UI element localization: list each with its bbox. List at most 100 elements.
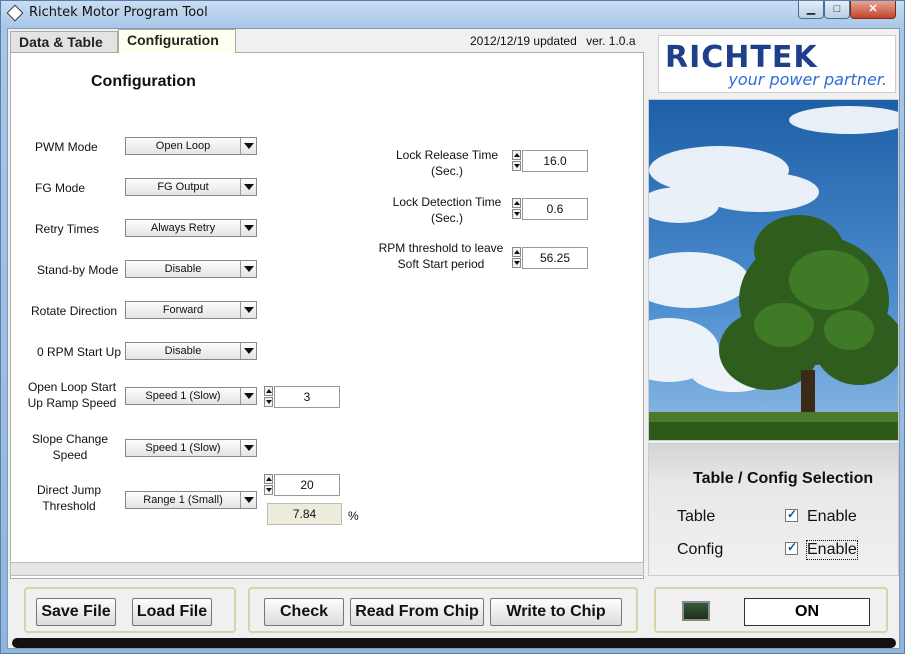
logo-area: RICHTEK your power partner. [648,29,899,99]
rpm-threshold-spinner[interactable] [512,247,521,269]
power-group: ON [654,587,888,633]
chevron-down-icon [240,440,256,456]
spinner-down-icon[interactable] [264,397,273,407]
lock-release-spinner[interactable] [512,150,521,172]
rotate-direction-select[interactable]: Forward [125,301,257,319]
chevron-down-icon [240,492,256,508]
tree-photo [648,99,899,441]
spinner-up-icon[interactable] [264,474,273,484]
chevron-down-icon [240,343,256,359]
rotate-direction-label: Rotate Direction [31,304,118,318]
config-enable-label[interactable]: Enable [806,540,858,560]
on-button[interactable]: ON [744,598,870,626]
logo-tagline: your power partner. [728,70,887,89]
open-loop-ramp-number[interactable]: 3 [274,386,340,408]
version-info: 2012/12/19 updated ver. 1.0.a [470,34,642,48]
window-title: Richtek Motor Program Tool [29,5,208,20]
spinner-up-icon[interactable] [512,247,521,257]
app-diamond-icon [6,4,24,22]
pwm-mode-select[interactable]: Open Loop [125,137,257,155]
open-loop-ramp-label-line2: Up Ramp Speed [27,396,117,410]
chevron-down-icon [240,179,256,195]
slope-change-label-line1: Slope Change [31,432,109,446]
table-enable-label[interactable]: Enable [807,508,857,526]
rpm-threshold-input[interactable]: 56.25 [522,247,588,269]
close-button[interactable]: ✕ [850,1,896,19]
spinner-up-icon[interactable] [512,198,521,208]
zero-rpm-select[interactable]: Disable [125,342,257,360]
title-bar[interactable]: Richtek Motor Program Tool ▁ □ ✕ [1,1,904,27]
pwm-mode-label: PWM Mode [35,140,98,154]
direct-jump-label: Direct Jump Threshold [29,482,109,514]
selection-title: Table / Config Selection [693,470,874,487]
config-enable-checkbox[interactable] [785,540,798,555]
lock-release-input[interactable]: 16.0 [522,150,588,172]
table-label: Table [677,508,716,525]
lock-release-label: Lock Release Time (Sec.) [389,147,505,179]
spinner-down-icon[interactable] [512,209,521,219]
slope-change-select[interactable]: Speed 1 (Slow) [125,439,257,457]
direct-jump-unit: % [348,509,359,523]
close-icon: ✕ [868,3,878,15]
richtek-logo: RICHTEK your power partner. [658,35,896,93]
lock-detection-label-line2: (Sec.) [430,211,463,225]
slope-change-label: Slope Change Speed [27,431,113,463]
direct-jump-spinner[interactable] [264,474,273,496]
fg-mode-value: FG Output [157,181,209,193]
lock-detection-input[interactable]: 0.6 [522,198,588,220]
open-loop-ramp-select[interactable]: Speed 1 (Slow) [125,387,257,405]
chip-button-group: Check Read From Chip Write to Chip [248,587,638,633]
tab-data-table[interactable]: Data & Table [10,31,118,53]
version-number: ver. 1.0.a [586,34,636,48]
app-window: Richtek Motor Program Tool ▁ □ ✕ Data & … [0,0,905,654]
open-loop-ramp-label: Open Loop Start Up Ramp Speed [23,379,121,411]
read-from-chip-button[interactable]: Read From Chip [350,598,484,626]
retry-times-select[interactable]: Always Retry [125,219,257,237]
rpm-threshold-label: RPM threshold to leave Soft Start period [373,240,509,272]
write-to-chip-button[interactable]: Write to Chip [490,598,622,626]
progress-bar [12,638,896,648]
slope-change-label-line2: Speed [52,448,88,462]
configuration-panel: Configuration PWM Mode Open Loop FG Mode… [10,52,644,579]
spinner-up-icon[interactable] [264,386,273,396]
rotate-direction-value: Forward [162,304,204,316]
spinner-down-icon[interactable] [264,485,273,495]
spinner-up-icon[interactable] [512,150,521,160]
lock-release-label-line1: Lock Release Time [395,148,499,162]
fg-mode-select[interactable]: FG Output [125,178,257,196]
direct-jump-select[interactable]: Range 1 (Small) [125,491,257,509]
selection-panel: Table / Config Selection Table Enable Co… [648,443,899,576]
maximize-button[interactable]: □ [824,1,850,19]
zero-rpm-value: Disable [164,345,202,357]
rpm-threshold-label-line1: RPM threshold to leave [378,241,504,255]
lock-detection-label-line1: Lock Detection Time [392,195,502,209]
status-led-icon [682,601,710,621]
standby-mode-label: Stand-by Mode [37,263,119,277]
retry-times-label: Retry Times [35,222,100,236]
direct-jump-number[interactable]: 20 [274,474,340,496]
chevron-down-icon [240,138,256,154]
spinner-down-icon[interactable] [512,258,521,268]
update-date: 2012/12/19 updated [470,34,577,48]
rpm-threshold-label-line2: Soft Start period [397,257,485,271]
direct-jump-label-line1: Direct Jump [36,483,101,497]
check-button[interactable]: Check [264,598,344,626]
lock-detection-spinner[interactable] [512,198,521,220]
load-file-button[interactable]: Load File [132,598,212,626]
open-loop-ramp-label-line1: Open Loop Start [27,380,117,394]
standby-mode-select[interactable]: Disable [125,260,257,278]
spinner-down-icon[interactable] [512,161,521,171]
table-enable-checkbox[interactable] [785,507,798,522]
save-file-button[interactable]: Save File [36,598,116,626]
chevron-down-icon [240,388,256,404]
config-label: Config [677,541,724,558]
panel-scrollbar[interactable] [10,562,644,576]
chevron-down-icon [240,220,256,236]
tab-configuration[interactable]: Configuration [118,29,236,53]
direct-jump-readout: 7.84 [267,503,342,525]
minimize-icon: ▁ [806,3,816,15]
minimize-button[interactable]: ▁ [798,1,824,19]
slope-change-value: Speed 1 (Slow) [145,442,221,454]
open-loop-ramp-spinner[interactable] [264,386,273,408]
standby-mode-value: Disable [164,263,202,275]
